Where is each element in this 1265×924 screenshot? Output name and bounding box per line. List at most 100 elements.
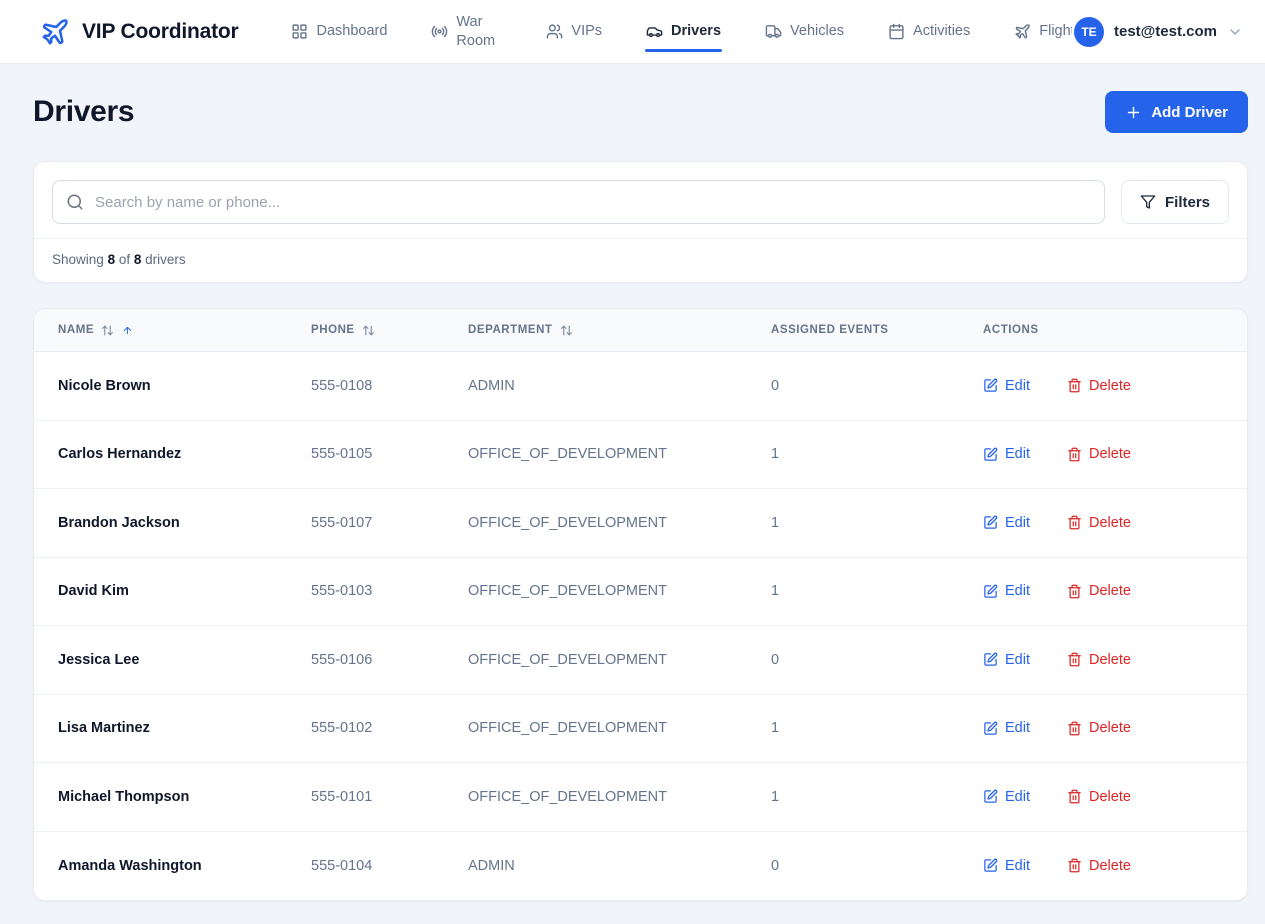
table-header-row: Name Phone Department Assigned Events Ac…: [34, 309, 1247, 352]
row-actions: Edit Delete: [983, 652, 1223, 668]
driver-department: OFFICE_OF_DEVELOPMENT: [468, 652, 771, 668]
add-driver-button[interactable]: Add Driver: [1105, 91, 1248, 133]
nav-item-label: War Room: [456, 13, 502, 51]
vips-icon: [546, 23, 563, 40]
edit-button[interactable]: Edit: [983, 446, 1030, 462]
column-header-label: Actions: [983, 324, 1039, 336]
nav-item-label: Activities: [913, 22, 970, 41]
user-email: test@test.com: [1114, 23, 1217, 40]
delete-button[interactable]: Delete: [1067, 378, 1131, 394]
driver-assigned-events: 0: [771, 378, 983, 394]
nav-item-vehicles[interactable]: Vehicles: [764, 11, 845, 52]
edit-icon: [983, 721, 998, 736]
row-actions: Edit Delete: [983, 858, 1223, 874]
driver-name: Carlos Hernandez: [58, 446, 311, 462]
delete-button[interactable]: Delete: [1067, 858, 1131, 874]
edit-icon: [983, 652, 998, 667]
row-actions: Edit Delete: [983, 378, 1223, 394]
driver-name: David Kim: [58, 583, 311, 599]
driver-phone: 555-0101: [311, 789, 468, 805]
drivers-icon: [646, 23, 663, 40]
flights-icon: [1014, 23, 1031, 40]
driver-name: Michael Thompson: [58, 789, 311, 805]
sort-icon: [362, 324, 375, 337]
activities-icon: [888, 23, 905, 40]
nav-item-war-room[interactable]: War Room: [430, 2, 503, 62]
delete-button[interactable]: Delete: [1067, 720, 1131, 736]
driver-phone: 555-0107: [311, 515, 468, 531]
table-row: Amanda Washington 555-0104 ADMIN 0 Edit …: [34, 832, 1247, 901]
sort-icon: [101, 324, 114, 337]
column-header-label: Department: [468, 324, 553, 336]
nav-item-activities[interactable]: Activities: [887, 11, 971, 52]
column-header-phone[interactable]: Phone: [311, 324, 468, 337]
delete-button[interactable]: Delete: [1067, 789, 1131, 805]
edit-button[interactable]: Edit: [983, 858, 1030, 874]
table-body: Nicole Brown 555-0108 ADMIN 0 Edit Delet…: [34, 352, 1247, 900]
edit-button[interactable]: Edit: [983, 378, 1030, 394]
table-row: Brandon Jackson 555-0107 OFFICE_OF_DEVEL…: [34, 489, 1247, 558]
nav-item-vips[interactable]: VIPs: [545, 11, 603, 52]
chevron-down-icon: [1227, 24, 1243, 40]
row-actions: Edit Delete: [983, 515, 1223, 531]
user-menu[interactable]: TE test@test.com: [1072, 0, 1243, 63]
table-row: Michael Thompson 555-0101 OFFICE_OF_DEVE…: [34, 763, 1247, 832]
driver-phone: 555-0105: [311, 446, 468, 462]
driver-assigned-events: 1: [771, 446, 983, 462]
delete-button[interactable]: Delete: [1067, 515, 1131, 531]
edit-button[interactable]: Edit: [983, 652, 1030, 668]
add-driver-label: Add Driver: [1151, 104, 1228, 121]
nav-item-drivers[interactable]: Drivers: [645, 11, 722, 52]
driver-department: ADMIN: [468, 378, 771, 394]
driver-department: OFFICE_OF_DEVELOPMENT: [468, 515, 771, 531]
column-header-name[interactable]: Name: [58, 324, 311, 337]
driver-phone: 555-0104: [311, 858, 468, 874]
column-header-label: Assigned Events: [771, 324, 889, 336]
row-actions: Edit Delete: [983, 446, 1223, 462]
edit-button[interactable]: Edit: [983, 515, 1030, 531]
nav-item-dashboard[interactable]: Dashboard: [290, 11, 388, 52]
dashboard-icon: [291, 23, 308, 40]
sort-icon: [560, 324, 573, 337]
plane-logo-icon: [40, 17, 70, 47]
trash-icon: [1067, 858, 1082, 873]
row-actions: Edit Delete: [983, 789, 1223, 805]
search-icon: [66, 193, 84, 211]
driver-assigned-events: 1: [771, 515, 983, 531]
war-room-icon: [431, 23, 448, 40]
delete-button[interactable]: Delete: [1067, 652, 1131, 668]
driver-assigned-events: 1: [771, 583, 983, 599]
trash-icon: [1067, 789, 1082, 804]
summary-prefix: Showing: [52, 252, 104, 267]
page-header: Drivers Add Driver: [33, 91, 1248, 133]
trash-icon: [1067, 515, 1082, 530]
driver-assigned-events: 0: [771, 858, 983, 874]
search-input[interactable]: [52, 180, 1105, 224]
avatar[interactable]: TE: [1074, 17, 1104, 47]
edit-icon: [983, 447, 998, 462]
driver-assigned-events: 0: [771, 652, 983, 668]
column-header-label: Name: [58, 324, 94, 336]
edit-button[interactable]: Edit: [983, 720, 1030, 736]
driver-phone: 555-0103: [311, 583, 468, 599]
column-header-actions: Actions: [983, 324, 1223, 336]
delete-button[interactable]: Delete: [1067, 583, 1131, 599]
trash-icon: [1067, 652, 1082, 667]
page-title: Drivers: [33, 95, 134, 129]
filter-icon: [1140, 194, 1156, 210]
filters-label: Filters: [1165, 194, 1210, 211]
sort-ascending-icon: [122, 325, 133, 336]
delete-button[interactable]: Delete: [1067, 446, 1131, 462]
edit-icon: [983, 858, 998, 873]
driver-name: Jessica Lee: [58, 652, 311, 668]
edit-button[interactable]: Edit: [983, 789, 1030, 805]
top-nav: VIP Coordinator Dashboard War Room VIPs …: [0, 0, 1265, 64]
trash-icon: [1067, 447, 1082, 462]
edit-icon: [983, 378, 998, 393]
driver-name: Amanda Washington: [58, 858, 311, 874]
filters-button[interactable]: Filters: [1121, 180, 1229, 224]
table-row: Carlos Hernandez 555-0105 OFFICE_OF_DEVE…: [34, 421, 1247, 490]
row-actions: Edit Delete: [983, 720, 1223, 736]
column-header-department[interactable]: Department: [468, 324, 771, 337]
edit-button[interactable]: Edit: [983, 583, 1030, 599]
